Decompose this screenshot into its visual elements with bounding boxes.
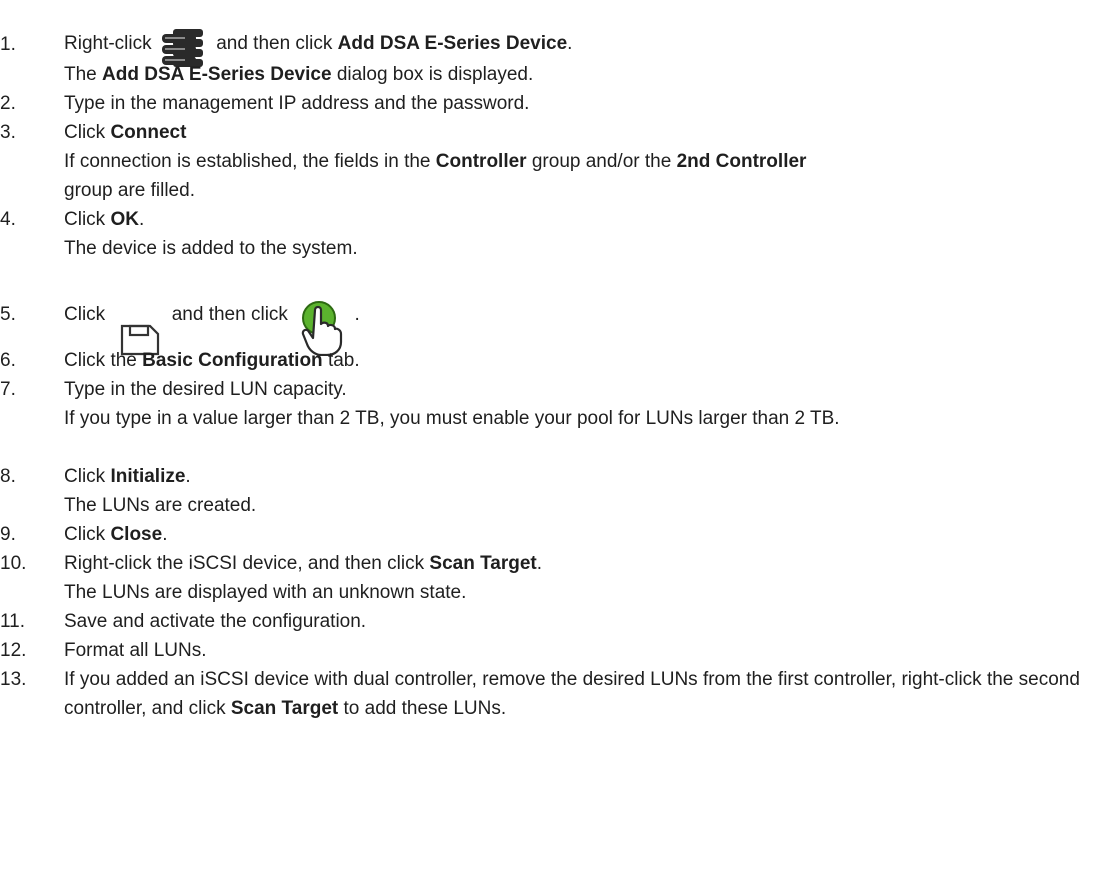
step-number: 1. xyxy=(0,34,16,55)
step-text: Type in the management IP address and th… xyxy=(64,93,530,114)
step-number: 4. xyxy=(0,209,16,230)
step-number: 12. xyxy=(0,640,27,661)
step-text: and then click xyxy=(216,33,333,54)
command-ref: Scan Target xyxy=(230,698,339,719)
step-number: 13. xyxy=(0,669,27,690)
group-name-ref: 2nd Controller xyxy=(676,151,807,172)
step-number: 2. xyxy=(0,93,16,114)
dialog-name-ref: Add DSA E-Series Device xyxy=(102,64,332,85)
step-number: 11. xyxy=(0,611,26,632)
step-number: 8. xyxy=(0,466,16,487)
step-number: 10. xyxy=(0,553,27,574)
step-number: 5. xyxy=(0,304,16,325)
result-text: The xyxy=(64,64,97,85)
step-number: 3. xyxy=(0,122,16,143)
button-ref: Close xyxy=(110,524,163,545)
result-text: dialog box is displayed. xyxy=(336,64,534,85)
button-ref: OK xyxy=(110,209,139,230)
step-number: 6. xyxy=(0,350,16,371)
button-ref: Connect xyxy=(110,122,187,143)
command-ref: Scan Target xyxy=(429,553,537,574)
result-text: The device is added to the system. xyxy=(64,238,358,259)
instruction-list: 1. Right-click and then click Add DSA E-… xyxy=(0,0,1106,890)
group-name-ref: Controller xyxy=(435,151,527,172)
result-text: The LUNs are created. xyxy=(64,495,257,516)
result-text: If you type in a value larger than 2 TB,… xyxy=(64,408,840,429)
tab-name-ref: Basic Configuration xyxy=(142,350,323,371)
menu-item-ref: Add DSA E-Series Device xyxy=(337,33,568,54)
result-text: The LUNs are displayed with an unknown s… xyxy=(64,582,467,603)
step-number: 7. xyxy=(0,379,16,400)
step-text: Right-click xyxy=(64,33,152,54)
button-ref: Initialize xyxy=(110,466,186,487)
step-number: 9. xyxy=(0,524,16,545)
